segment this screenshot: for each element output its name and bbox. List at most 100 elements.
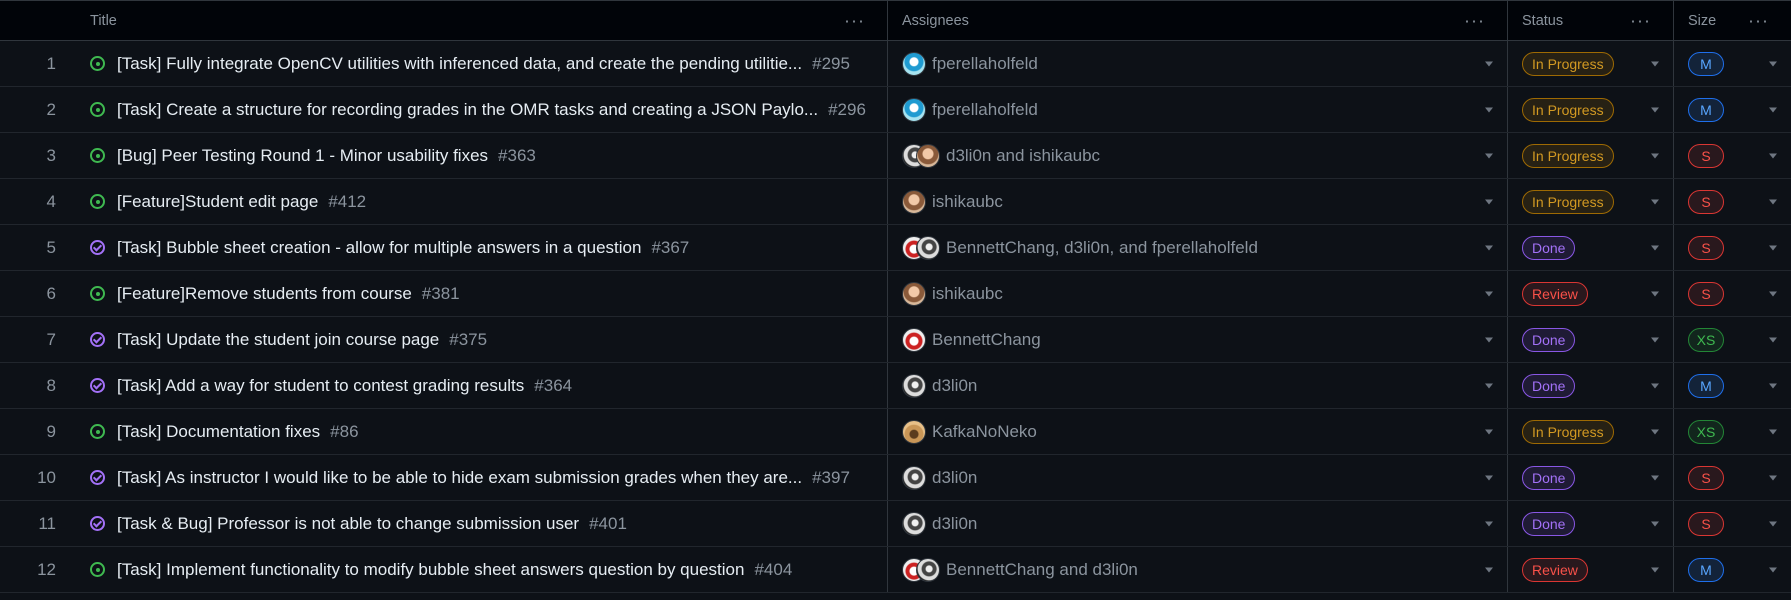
title-cell[interactable]: [Task] Bubble sheet creation - allow for… xyxy=(76,225,888,270)
assignees-cell[interactable]: fperellaholfeld xyxy=(888,87,1508,132)
chevron-down-icon[interactable] xyxy=(1485,429,1493,434)
table-row[interactable]: 5 [Task] Bubble sheet creation - allow fo… xyxy=(0,225,1791,271)
issue-number[interactable]: #412 xyxy=(328,192,366,212)
chevron-down-icon[interactable] xyxy=(1651,245,1659,250)
size-cell[interactable]: M xyxy=(1674,87,1791,132)
issue-title-link[interactable]: [Task] Create a structure for recording … xyxy=(117,100,818,120)
size-cell[interactable]: S xyxy=(1674,455,1791,500)
chevron-down-icon[interactable] xyxy=(1769,107,1777,112)
size-cell[interactable]: S xyxy=(1674,225,1791,270)
chevron-down-icon[interactable] xyxy=(1651,521,1659,526)
more-horizontal-icon[interactable]: ··· xyxy=(844,10,865,31)
size-cell[interactable]: XS xyxy=(1674,317,1791,362)
status-cell[interactable]: In Progress xyxy=(1508,41,1674,86)
issue-title-link[interactable]: [Bug] Peer Testing Round 1 - Minor usabi… xyxy=(117,146,488,166)
title-cell[interactable]: [Feature]Remove students from course #381 xyxy=(76,271,888,316)
chevron-down-icon[interactable] xyxy=(1485,107,1493,112)
issue-title-link[interactable]: [Task] Implement functionality to modify… xyxy=(117,560,744,580)
chevron-down-icon[interactable] xyxy=(1651,567,1659,572)
chevron-down-icon[interactable] xyxy=(1651,475,1659,480)
status-cell[interactable]: Done xyxy=(1508,317,1674,362)
size-cell[interactable]: M xyxy=(1674,41,1791,86)
size-cell[interactable]: XS xyxy=(1674,409,1791,454)
issue-title-link[interactable]: [Task & Bug] Professor is not able to ch… xyxy=(117,514,579,534)
issue-number[interactable]: #367 xyxy=(651,238,689,258)
table-row[interactable]: 10 [Task] As instructor I would like to b… xyxy=(0,455,1791,501)
assignees-cell[interactable]: ishikaubc xyxy=(888,271,1508,316)
status-cell[interactable]: In Progress xyxy=(1508,409,1674,454)
size-cell[interactable]: S xyxy=(1674,501,1791,546)
issue-title-link[interactable]: [Task] Add a way for student to contest … xyxy=(117,376,524,396)
chevron-down-icon[interactable] xyxy=(1485,291,1493,296)
chevron-down-icon[interactable] xyxy=(1651,107,1659,112)
issue-number[interactable]: #397 xyxy=(812,468,850,488)
chevron-down-icon[interactable] xyxy=(1769,383,1777,388)
more-horizontal-icon[interactable]: ··· xyxy=(1464,10,1485,31)
chevron-down-icon[interactable] xyxy=(1769,475,1777,480)
assignees-cell[interactable]: d3li0n xyxy=(888,455,1508,500)
status-cell[interactable]: Done xyxy=(1508,455,1674,500)
chevron-down-icon[interactable] xyxy=(1651,429,1659,434)
assignees-cell[interactable]: KafkaNoNeko xyxy=(888,409,1508,454)
chevron-down-icon[interactable] xyxy=(1485,567,1493,572)
issue-number[interactable]: #364 xyxy=(534,376,572,396)
chevron-down-icon[interactable] xyxy=(1651,383,1659,388)
title-cell[interactable]: [Task] Documentation fixes #86 xyxy=(76,409,888,454)
title-cell[interactable]: [Task] Create a structure for recording … xyxy=(76,87,888,132)
table-row[interactable]: 1 [Task] Fully integrate OpenCV utilities… xyxy=(0,41,1791,87)
issue-number[interactable]: #401 xyxy=(589,514,627,534)
status-cell[interactable]: Done xyxy=(1508,363,1674,408)
title-cell[interactable]: [Task] As instructor I would like to be … xyxy=(76,455,888,500)
status-cell[interactable]: Done xyxy=(1508,225,1674,270)
table-row[interactable]: 7 [Task] Update the student join course p… xyxy=(0,317,1791,363)
issue-number[interactable]: #295 xyxy=(812,54,850,74)
chevron-down-icon[interactable] xyxy=(1485,153,1493,158)
chevron-down-icon[interactable] xyxy=(1485,383,1493,388)
chevron-down-icon[interactable] xyxy=(1651,153,1659,158)
issue-number[interactable]: #86 xyxy=(330,422,358,442)
title-cell[interactable]: [Bug] Peer Testing Round 1 - Minor usabi… xyxy=(76,133,888,178)
chevron-down-icon[interactable] xyxy=(1769,567,1777,572)
more-horizontal-icon[interactable]: ··· xyxy=(1748,10,1769,31)
chevron-down-icon[interactable] xyxy=(1769,153,1777,158)
more-horizontal-icon[interactable]: ··· xyxy=(1630,10,1651,31)
table-row[interactable]: 8 [Task] Add a way for student to contest… xyxy=(0,363,1791,409)
status-cell[interactable]: Done xyxy=(1508,501,1674,546)
table-row[interactable]: 2 [Task] Create a structure for recording… xyxy=(0,87,1791,133)
chevron-down-icon[interactable] xyxy=(1651,337,1659,342)
chevron-down-icon[interactable] xyxy=(1651,291,1659,296)
chevron-down-icon[interactable] xyxy=(1651,61,1659,66)
column-header-assignees[interactable]: Assignees ··· xyxy=(888,1,1508,40)
size-cell[interactable]: M xyxy=(1674,547,1791,592)
assignees-cell[interactable]: BennettChang and d3li0n xyxy=(888,547,1508,592)
size-cell[interactable]: S xyxy=(1674,179,1791,224)
issue-title-link[interactable]: [Feature]Remove students from course xyxy=(117,284,412,304)
chevron-down-icon[interactable] xyxy=(1485,199,1493,204)
table-row[interactable]: 11 [Task & Bug] Professor is not able to … xyxy=(0,501,1791,547)
table-row[interactable]: 12 [Task] Implement functionality to modi… xyxy=(0,547,1791,593)
issue-number[interactable]: #363 xyxy=(498,146,536,166)
issue-number[interactable]: #404 xyxy=(754,560,792,580)
size-cell[interactable]: S xyxy=(1674,133,1791,178)
status-cell[interactable]: In Progress xyxy=(1508,133,1674,178)
status-cell[interactable]: Review xyxy=(1508,271,1674,316)
chevron-down-icon[interactable] xyxy=(1651,199,1659,204)
assignees-cell[interactable]: d3li0n xyxy=(888,501,1508,546)
issue-title-link[interactable]: [Task] Update the student join course pa… xyxy=(117,330,439,350)
table-row[interactable]: 6 [Feature]Remove students from course #38… xyxy=(0,271,1791,317)
issue-number[interactable]: #296 xyxy=(828,100,866,120)
status-cell[interactable]: Review xyxy=(1508,547,1674,592)
chevron-down-icon[interactable] xyxy=(1769,199,1777,204)
issue-title-link[interactable]: [Task] Bubble sheet creation - allow for… xyxy=(117,238,641,258)
chevron-down-icon[interactable] xyxy=(1769,291,1777,296)
status-cell[interactable]: In Progress xyxy=(1508,87,1674,132)
issue-number[interactable]: #381 xyxy=(422,284,460,304)
title-cell[interactable]: [Task & Bug] Professor is not able to ch… xyxy=(76,501,888,546)
chevron-down-icon[interactable] xyxy=(1769,337,1777,342)
table-row[interactable]: 4 [Feature]Student edit page #412 ishikaubc… xyxy=(0,179,1791,225)
chevron-down-icon[interactable] xyxy=(1769,61,1777,66)
title-cell[interactable]: [Feature]Student edit page #412 xyxy=(76,179,888,224)
column-header-status[interactable]: Status ··· xyxy=(1508,1,1674,40)
size-cell[interactable]: M xyxy=(1674,363,1791,408)
chevron-down-icon[interactable] xyxy=(1769,245,1777,250)
